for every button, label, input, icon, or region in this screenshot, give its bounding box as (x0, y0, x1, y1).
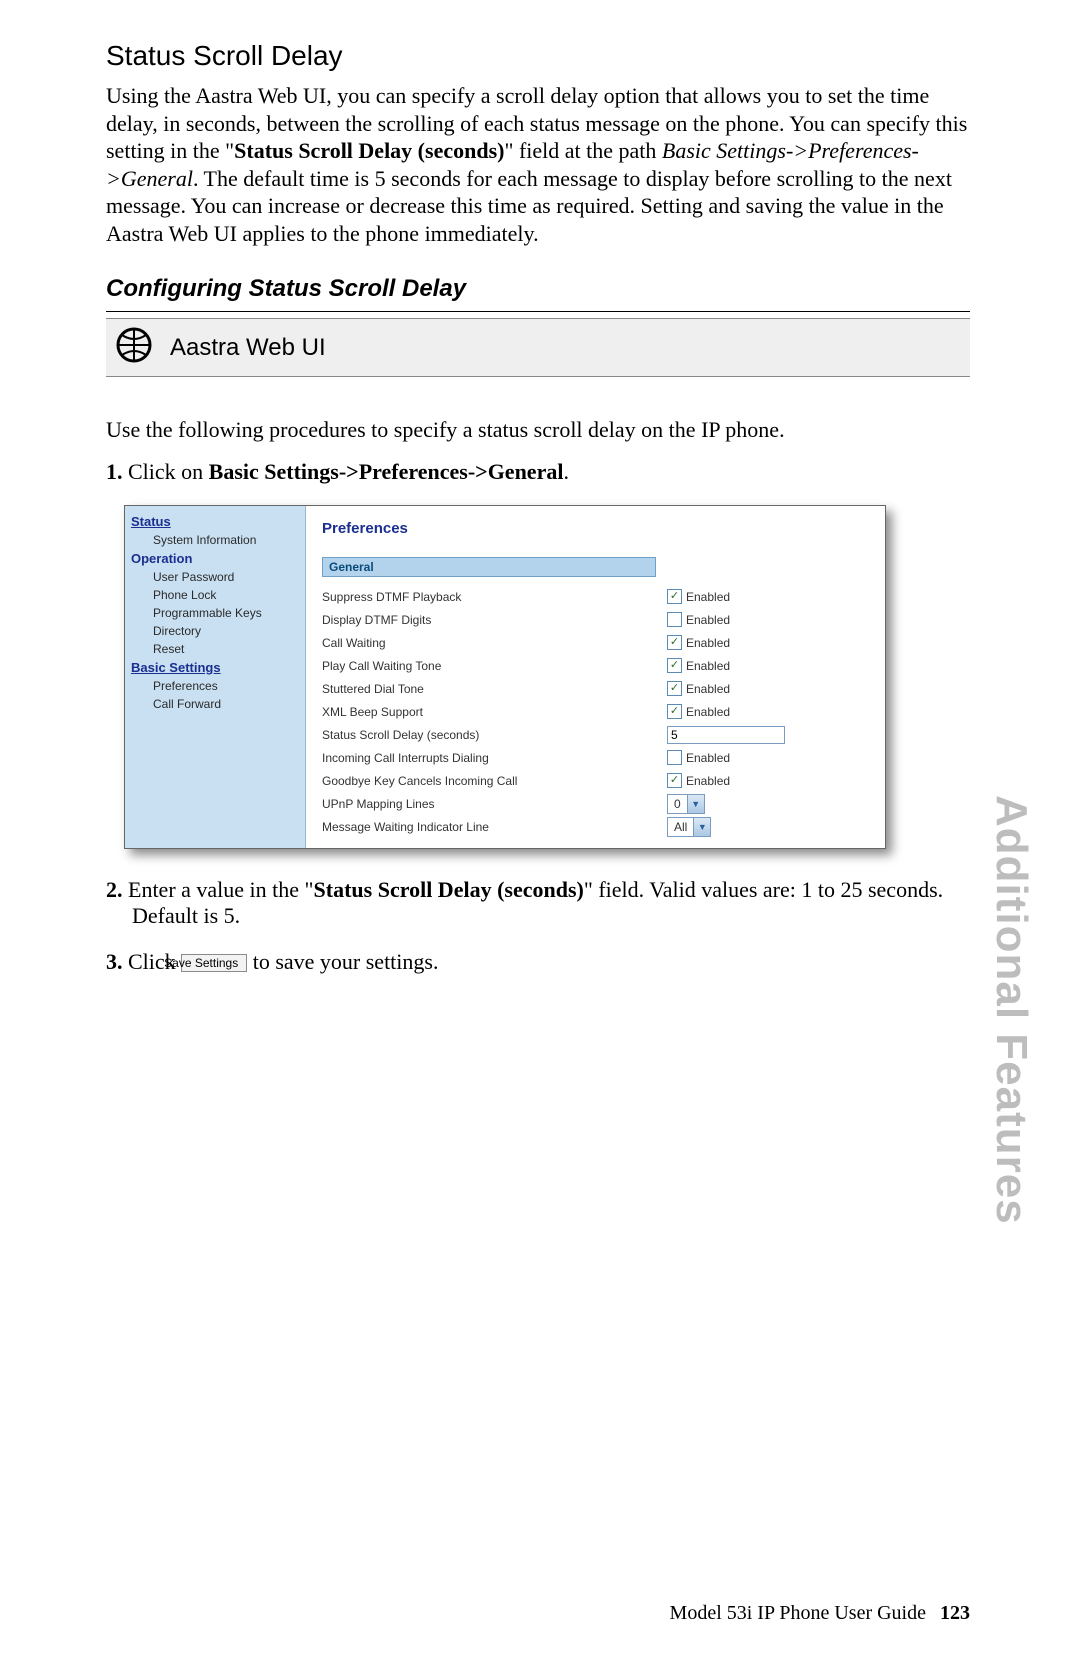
instruction-text: Use the following procedures to specify … (106, 417, 970, 443)
configuring-subhead: Configuring Status Scroll Delay (106, 275, 970, 303)
select-box[interactable]: All▼ (667, 817, 711, 837)
globe-icon (116, 327, 152, 368)
nav-programmable-keys[interactable]: Programmable Keys (125, 604, 305, 622)
step-3-post: to save your settings. (247, 949, 438, 974)
pref-row: Message Waiting Indicator LineAll▼ (322, 815, 869, 838)
pref-row-label: UPnP Mapping Lines (322, 797, 667, 811)
pref-row-label: Status Scroll Delay (seconds) (322, 728, 667, 742)
checkbox-label: Enabled (686, 659, 730, 673)
pref-row: Status Scroll Delay (seconds) (322, 723, 869, 746)
nav-status-header[interactable]: Status (125, 512, 305, 531)
checkbox[interactable] (667, 612, 682, 627)
step-2-number: 2. (106, 877, 123, 902)
page-number: 123 (940, 1602, 970, 1624)
section-title: Status Scroll Delay (106, 40, 970, 72)
checkbox-label: Enabled (686, 751, 730, 765)
pref-row: Display DTMF Digits Enabled (322, 608, 869, 631)
nav-user-password[interactable]: User Password (125, 568, 305, 586)
pref-row: Incoming Call Interrupts Dialing Enabled (322, 746, 869, 769)
checkbox-label: Enabled (686, 682, 730, 696)
general-section-bar: General (322, 557, 656, 577)
pref-row-label: Incoming Call Interrupts Dialing (322, 751, 667, 765)
pref-row-label: Display DTMF Digits (322, 613, 667, 627)
pref-row: Stuttered Dial Tone Enabled (322, 677, 869, 700)
checkbox[interactable] (667, 750, 682, 765)
pref-row: Suppress DTMF Playback Enabled (322, 585, 869, 608)
checkbox-label: Enabled (686, 705, 730, 719)
pref-row: UPnP Mapping Lines0▼ (322, 792, 869, 815)
step-1-bold: Basic Settings->Preferences->General (209, 459, 564, 484)
checkbox-label: Enabled (686, 590, 730, 604)
save-settings-button[interactable]: Save Settings (181, 954, 247, 972)
step-1-post: . (563, 459, 569, 484)
intro-paragraph: Using the Aastra Web UI, you can specify… (106, 82, 970, 247)
nav-system-information[interactable]: System Information (125, 531, 305, 549)
nav-preferences[interactable]: Preferences (125, 677, 305, 695)
checkbox[interactable] (667, 704, 682, 719)
preferences-panel: Preferences General Suppress DTMF Playba… (306, 506, 885, 848)
chevron-down-icon[interactable]: ▼ (687, 795, 704, 813)
pref-row-label: Message Waiting Indicator Line (322, 820, 667, 834)
pref-row-label: Suppress DTMF Playback (322, 590, 667, 604)
checkbox[interactable] (667, 589, 682, 604)
step-1-number: 1. (106, 459, 123, 484)
step-1: 1. Click on Basic Settings->Preferences-… (106, 459, 970, 485)
footer-text: Model 53i IP Phone User Guide (670, 1602, 926, 1624)
intro-text-2: " field at the path (504, 138, 661, 163)
nav-basic-settings-header[interactable]: Basic Settings (125, 658, 305, 677)
checkbox-label: Enabled (686, 774, 730, 788)
step-1-pre: Click on (123, 459, 209, 484)
checkbox-label: Enabled (686, 636, 730, 650)
side-tab-label: Additional Features (986, 795, 1036, 1225)
divider (106, 311, 970, 312)
webui-header-bar: Aastra Web UI (106, 318, 970, 377)
preferences-title: Preferences (322, 520, 869, 537)
nav-call-forward[interactable]: Call Forward (125, 695, 305, 713)
webui-label: Aastra Web UI (170, 334, 326, 362)
pref-row-label: Play Call Waiting Tone (322, 659, 667, 673)
checkbox[interactable] (667, 773, 682, 788)
footer: Model 53i IP Phone User Guide 123 (670, 1602, 970, 1625)
step-3-number: 3. (106, 949, 123, 974)
select-value: 0 (668, 797, 687, 811)
nav-sidebar: Status System Information Operation User… (125, 506, 306, 848)
field-name-bold: Status Scroll Delay (seconds) (234, 138, 504, 163)
pref-row-label: Goodbye Key Cancels Incoming Call (322, 774, 667, 788)
step-3: 3. Click Save Settings to save your sett… (106, 949, 970, 975)
pref-row: Goodbye Key Cancels Incoming Call Enabled (322, 769, 869, 792)
checkbox-label: Enabled (686, 613, 730, 627)
select-box[interactable]: 0▼ (667, 794, 705, 814)
pref-row: Call Waiting Enabled (322, 631, 869, 654)
step-2-pre: Enter a value in the " (123, 877, 314, 902)
intro-text-3: . The default time is 5 seconds for each… (106, 166, 952, 246)
chevron-down-icon[interactable]: ▼ (693, 818, 710, 836)
pref-row: XML Beep Support Enabled (322, 700, 869, 723)
pref-row-label: Stuttered Dial Tone (322, 682, 667, 696)
pref-row: Play Call Waiting Tone Enabled (322, 654, 869, 677)
preferences-screenshot: Status System Information Operation User… (124, 505, 886, 849)
pref-row-label: Call Waiting (322, 636, 667, 650)
pref-row-label: XML Beep Support (322, 705, 667, 719)
step-2-bold: Status Scroll Delay (seconds) (314, 877, 584, 902)
nav-reset[interactable]: Reset (125, 640, 305, 658)
nav-directory[interactable]: Directory (125, 622, 305, 640)
step-2: 2. Enter a value in the "Status Scroll D… (106, 877, 970, 929)
text-input[interactable] (667, 726, 785, 744)
checkbox[interactable] (667, 658, 682, 673)
nav-phone-lock[interactable]: Phone Lock (125, 586, 305, 604)
nav-operation-header: Operation (125, 549, 305, 568)
checkbox[interactable] (667, 635, 682, 650)
checkbox[interactable] (667, 681, 682, 696)
select-value: All (668, 820, 693, 834)
